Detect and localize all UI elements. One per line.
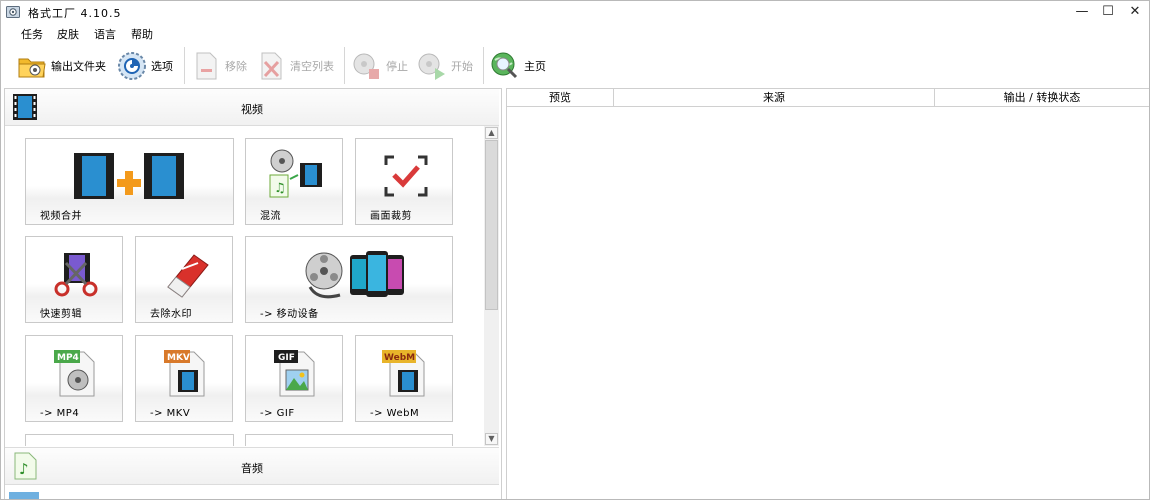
mp4-file-icon: MP4 [54,350,95,397]
title-bar: 格式工厂 4.10.5 — ☐ ✕ [1,1,1149,23]
tile-mix[interactable]: ♫ 混流 [245,138,343,225]
gif-file-icon: GIF [274,350,315,397]
tile-to-gif-label: -> GIF [260,408,295,419]
remove-label: 移除 [225,60,247,73]
category-audio-label: 音频 [241,462,263,475]
column-header-preview[interactable]: 预览 [507,89,614,107]
tile-to-mp4-label: -> MP4 [40,408,80,419]
tile-to-gif[interactable]: GIF -> GIF [245,335,343,422]
output-folder-button[interactable]: 输出文件夹 [16,48,106,84]
column-header-source[interactable]: 来源 [614,89,935,107]
home-button[interactable]: 主页 [489,48,546,84]
options-button[interactable]: 选项 [116,48,173,84]
webm-file-icon: WebM [382,350,425,397]
tile-video-merge[interactable]: 视频合并 [25,138,234,225]
close-button[interactable]: ✕ [1122,1,1148,23]
toolbar: 输出文件夹 选项 移除 清空列表 停止 开始 主页 [1,44,1149,86]
maximize-button[interactable]: ☐ [1095,1,1121,23]
tile-to-mkv[interactable]: MKV -> MKV [135,335,233,422]
scissors-film-icon [54,253,98,297]
toolbar-separator [184,47,185,84]
scroll-up-arrow-icon[interactable]: ▲ [485,127,498,139]
mkv-file-icon: MKV [164,350,205,397]
start-button[interactable]: 开始 [416,48,473,84]
tile-partial[interactable] [245,434,453,446]
menu-help[interactable]: 帮助 [131,26,153,42]
home-label: 主页 [524,60,546,73]
options-label: 选项 [151,60,173,73]
tile-crop[interactable]: 画面裁剪 [355,138,453,225]
stop-button[interactable]: 停止 [351,48,408,84]
window-title: 格式工厂 4.10.5 [28,7,122,20]
menu-skin[interactable]: 皮肤 [57,26,79,42]
start-icon [418,53,445,80]
tile-to-mkv-label: -> MKV [150,408,191,419]
clear-list-button[interactable]: 清空列表 [255,48,334,84]
category-audio-header[interactable]: ♪ 音频 [5,447,499,485]
crop-frame-icon [384,155,428,197]
video-tiles-area: 视频合并 ♫ 混流 画面裁剪 快速剪辑 去除水印 -> 移动设备 MP4 -> … [5,126,499,446]
function-panel: 视频 视频合并 ♫ 混流 画面裁剪 快速剪辑 去除水印 -> 移动设备 MP4 … [4,88,502,499]
tile-mobile-device[interactable]: -> 移动设备 [245,236,453,323]
video-merge-icon [74,153,184,199]
toolbar-separator [483,47,484,84]
remove-document-icon [196,52,217,80]
tile-partial[interactable] [25,434,234,446]
eraser-icon [167,254,209,298]
mix-icon: ♫ [269,149,322,198]
app-window: 格式工厂 4.10.5 — ☐ ✕ 任务 皮肤 语言 帮助 输出文件夹 选项 移… [0,0,1150,500]
svg-text:♫: ♫ [274,181,286,196]
format-factory-app-icon [6,6,20,18]
tiles-scrollbar[interactable]: ▲ ▼ [484,126,499,446]
mkv-badge-text: MKV [167,353,190,363]
options-gear-icon [118,52,146,80]
minimize-button[interactable]: — [1069,1,1095,23]
column-header-output-status[interactable]: 输出 / 转换状态 [935,89,1149,107]
gif-badge-text: GIF [278,353,295,363]
clear-list-icon [261,52,282,80]
stop-icon [353,53,379,79]
category-video-header[interactable]: 视频 [5,89,499,126]
scroll-down-arrow-icon[interactable]: ▼ [485,433,498,445]
tile-mix-label: 混流 [260,211,281,222]
menu-language[interactable]: 语言 [94,26,116,42]
tile-mobile-device-label: -> 移动设备 [260,309,319,320]
output-folder-label: 输出文件夹 [51,60,106,73]
tile-to-webm-label: -> WebM [370,408,420,419]
start-label: 开始 [451,60,473,73]
remove-button[interactable]: 移除 [190,48,247,84]
mp4-badge-text: MP4 [57,353,79,363]
mobile-devices-icon [305,251,404,299]
next-category-icon [9,492,39,499]
stop-label: 停止 [386,60,408,73]
tile-crop-label: 画面裁剪 [370,211,412,222]
category-video-label: 视频 [241,103,263,116]
folder-icon [18,58,46,78]
tile-video-merge-label: 视频合并 [40,211,82,222]
menu-bar: 任务 皮肤 语言 帮助 [1,23,1149,43]
toolbar-separator [344,47,345,84]
clear-list-label: 清空列表 [290,60,334,73]
tile-remove-watermark-label: 去除水印 [150,309,192,320]
home-globe-icon [491,52,518,79]
menu-task[interactable]: 任务 [21,26,43,42]
tile-to-mp4[interactable]: MP4 -> MP4 [25,335,123,422]
webm-badge-text: WebM [384,353,415,363]
tile-remove-watermark[interactable]: 去除水印 [135,236,233,323]
tile-to-webm[interactable]: WebM -> WebM [355,335,453,422]
task-list-panel: 预览 来源 输出 / 转换状态 [506,88,1149,499]
scroll-thumb[interactable] [485,140,498,310]
tile-quick-cut[interactable]: 快速剪辑 [25,236,123,323]
tile-quick-cut-label: 快速剪辑 [40,309,82,320]
